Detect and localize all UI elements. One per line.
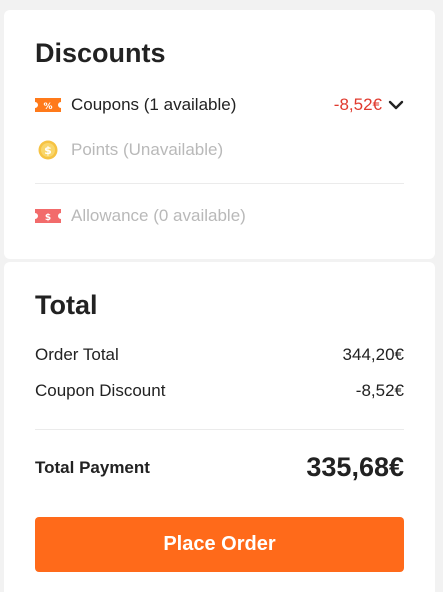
coupon-percent-icon: % bbox=[35, 95, 61, 115]
allowance-label: Allowance (0 available) bbox=[71, 206, 246, 225]
svg-text:%: % bbox=[43, 102, 52, 112]
points-row: $ Points (Unavailable) bbox=[35, 138, 404, 162]
points-label: Points (Unavailable) bbox=[71, 140, 224, 159]
coupon-discount-row: Coupon Discount -8,52€ bbox=[35, 381, 404, 401]
coupon-discount-label: Coupon Discount bbox=[35, 381, 166, 400]
discounts-card: Discounts % Coupons (1 available) -8,52€… bbox=[4, 10, 435, 259]
svg-text:$: $ bbox=[45, 213, 51, 223]
coupons-row[interactable]: % Coupons (1 available) -8,52€ bbox=[35, 93, 404, 117]
total-payment-row: Total Payment 335,68€ bbox=[35, 452, 404, 483]
discounts-divider bbox=[35, 183, 404, 184]
order-total-label: Order Total bbox=[35, 345, 119, 364]
total-payment-label: Total Payment bbox=[35, 457, 150, 477]
total-card: Total Order Total 344,20€ Coupon Discoun… bbox=[4, 262, 435, 592]
svg-text:$: $ bbox=[44, 144, 52, 157]
coupons-amount: -8,52€ bbox=[333, 95, 382, 114]
allowance-ticket-icon: $ bbox=[35, 206, 61, 226]
total-title: Total bbox=[35, 290, 98, 320]
place-order-button[interactable]: Place Order bbox=[35, 517, 404, 572]
order-total-row: Order Total 344,20€ bbox=[35, 345, 404, 365]
coin-icon: $ bbox=[35, 140, 61, 160]
total-payment-value: 335,68€ bbox=[306, 452, 404, 482]
allowance-row: $ Allowance (0 available) bbox=[35, 204, 404, 228]
discounts-title: Discounts bbox=[35, 38, 166, 68]
chevron-down-icon[interactable] bbox=[388, 97, 404, 113]
total-divider bbox=[35, 429, 404, 430]
coupons-label: Coupons (1 available) bbox=[71, 95, 237, 114]
coupon-discount-value: -8,52€ bbox=[355, 381, 404, 400]
order-total-value: 344,20€ bbox=[342, 345, 404, 364]
